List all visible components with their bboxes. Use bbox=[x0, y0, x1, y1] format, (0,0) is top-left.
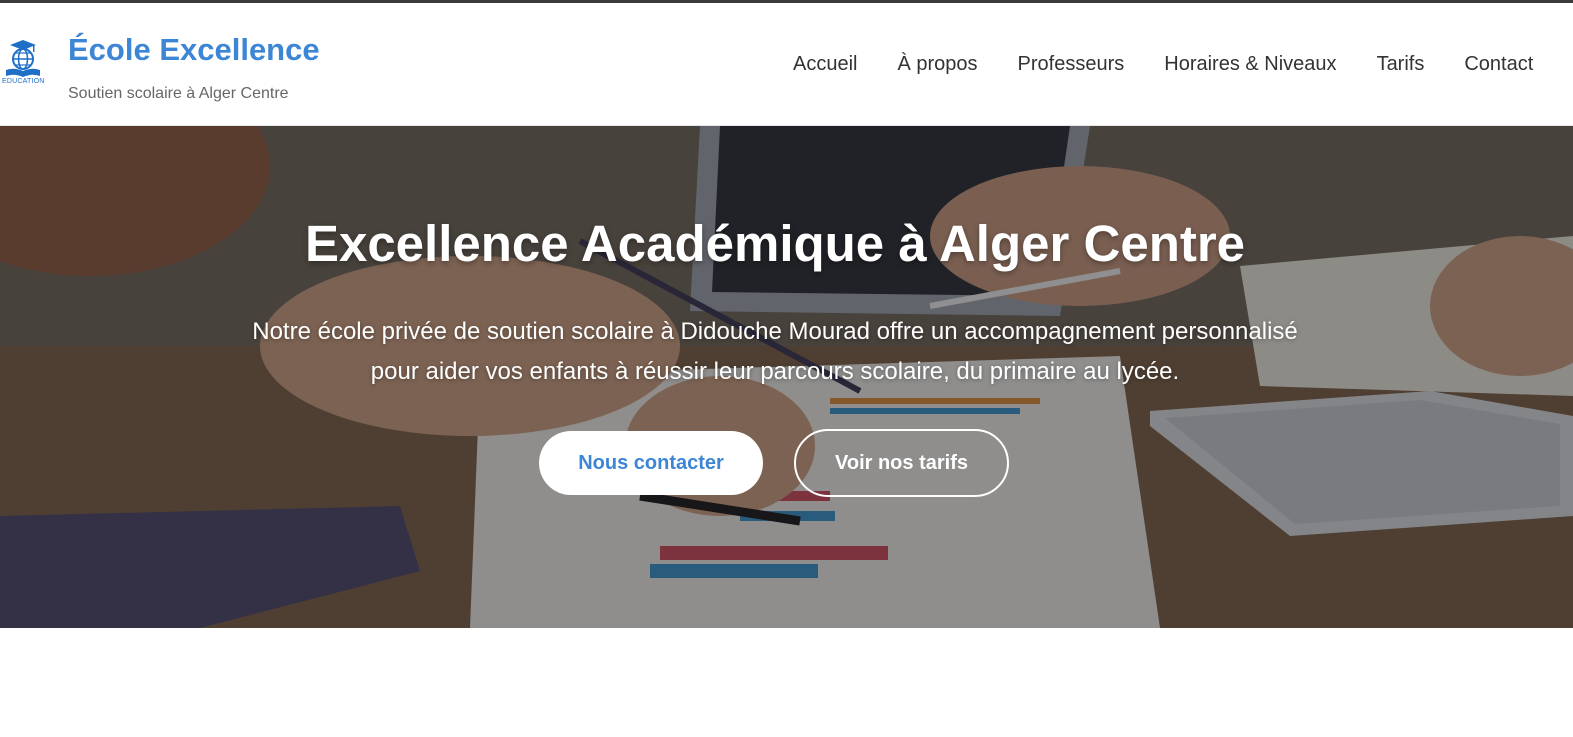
site-header: EDUCATION École Excellence Soutien scola… bbox=[0, 3, 1573, 126]
hero-section: Excellence Académique à Alger Centre Not… bbox=[0, 126, 1573, 628]
main-nav: Accueil À propos Professeurs Horaires & … bbox=[793, 53, 1533, 76]
nav-link-accueil[interactable]: Accueil bbox=[793, 53, 857, 76]
brand-tagline: Soutien scolaire à Alger Centre bbox=[68, 85, 289, 102]
contact-button[interactable]: Nous contacter bbox=[539, 431, 763, 495]
hero-title: Excellence Académique à Alger Centre bbox=[304, 215, 1246, 272]
nav-link-horaires-niveaux[interactable]: Horaires & Niveaux bbox=[1164, 53, 1336, 76]
pricing-button[interactable]: Voir nos tarifs bbox=[794, 429, 1009, 497]
logo-caption: EDUCATION bbox=[2, 78, 45, 85]
nav-link-a-propos[interactable]: À propos bbox=[897, 53, 977, 76]
brand-title[interactable]: École Excellence bbox=[68, 32, 320, 68]
nav-link-tarifs[interactable]: Tarifs bbox=[1377, 53, 1425, 76]
hero-description: Notre école privée de soutien scolaire à… bbox=[252, 318, 1298, 385]
nav-link-contact[interactable]: Contact bbox=[1464, 53, 1533, 76]
nav-link-professeurs[interactable]: Professeurs bbox=[1018, 53, 1125, 76]
